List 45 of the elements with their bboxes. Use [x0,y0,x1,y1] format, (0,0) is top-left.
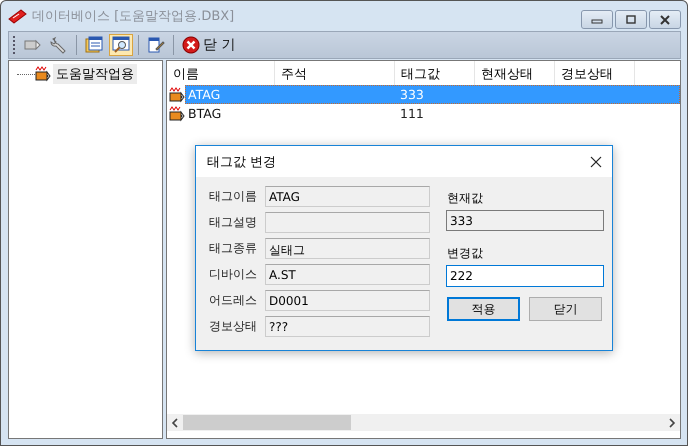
input-field[interactable]: 222 [446,265,604,287]
readonly-field: 실태그 [265,238,430,259]
field-label: 태그이름 [209,188,258,205]
window-list-icon [85,36,103,54]
magnifier-icon [112,36,130,54]
table-row[interactable]: BTAG 111 [185,104,680,123]
toolbar-grip [13,36,17,54]
close-icon [659,14,671,24]
tag-icon [35,66,51,82]
tag-icon [169,106,185,122]
table-cell-text: ATAG [187,87,222,102]
dialog-title: 태그값 변경 [207,154,276,170]
field-label: 디바이스 [209,266,258,283]
readonly-field: A.ST [265,264,430,285]
readonly-field: ??? [265,316,430,337]
close-button[interactable]: 닫기 [529,297,602,321]
close-icon [182,36,200,54]
close-button[interactable] [588,154,604,170]
field-label: 변경값 [447,245,484,262]
horizontal-scrollbar[interactable] [167,414,680,431]
document-pen-icon [147,36,165,54]
table-cell: 111 [400,106,424,121]
maximize-icon [625,14,637,24]
field-label: 경보상태 [209,318,258,335]
readonly-field: D0001 [265,290,430,311]
table-cell: 333 [400,87,424,102]
magnifier-tool-button[interactable] [109,34,133,56]
tree-item[interactable]: 도움말작업용 [53,64,137,84]
field-label: 현재값 [447,190,484,207]
field-label: 태그설명 [209,214,258,231]
wrench-icon [50,36,68,54]
readonly-field: 333 [446,210,604,231]
window-title: 데이터베이스 [도움말작업용.DBX] [32,8,236,25]
tag-icon [169,86,185,102]
close-tool-button[interactable]: 닫 기 [179,34,238,56]
maximize-button[interactable] [615,10,647,29]
close-button[interactable] [649,10,681,29]
readonly-field: ATAG [265,186,430,207]
app-logo-icon [8,7,28,25]
minimize-button[interactable] [581,10,613,29]
table-cell-text: BTAG [187,106,222,121]
field-label: 어드레스 [209,292,258,309]
scroll-thumb[interactable] [183,415,351,430]
apply-button[interactable]: 적용 [447,297,520,321]
field-label: 태그종류 [209,240,258,257]
